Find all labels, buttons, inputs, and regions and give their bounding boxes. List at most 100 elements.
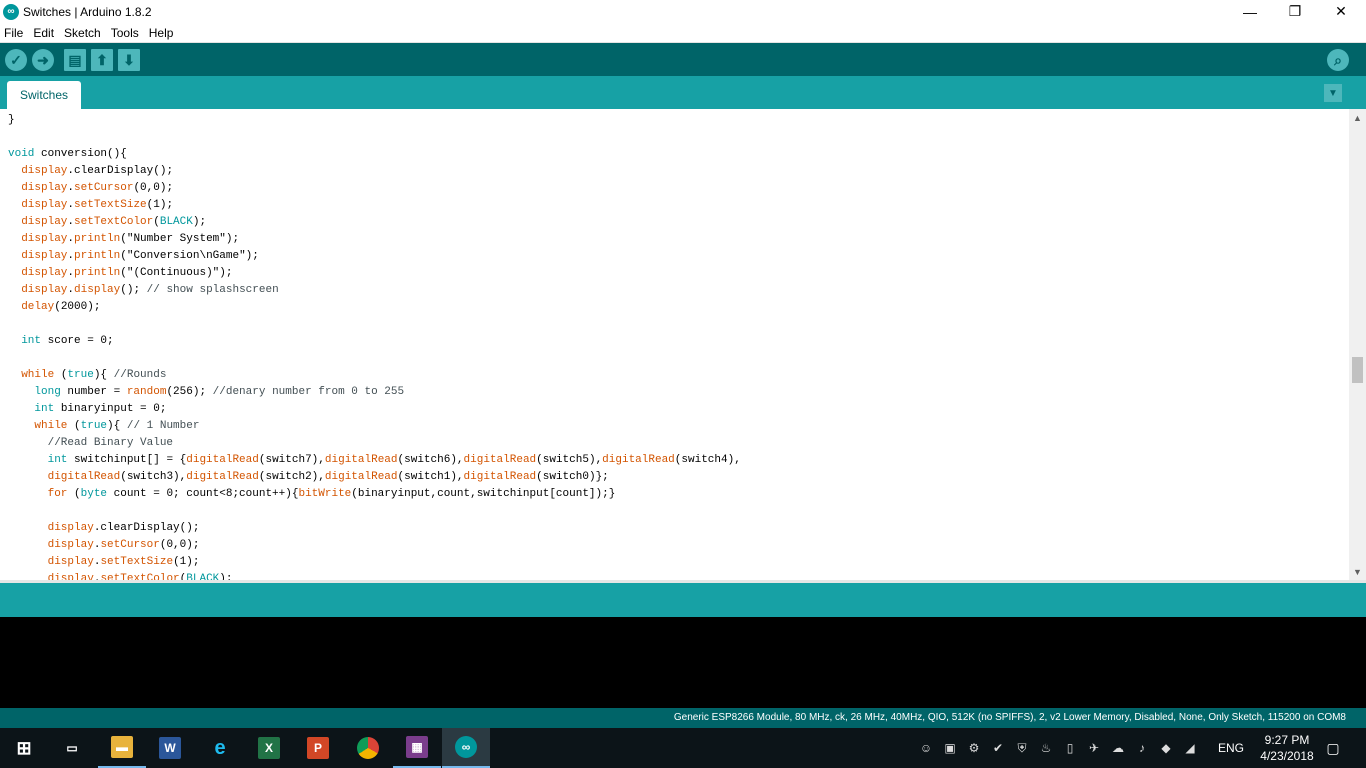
code-line[interactable]: void conversion(){	[8, 146, 1338, 163]
open-button[interactable]: ⬆	[91, 49, 113, 71]
editor-scrollbar[interactable]: ▲ ▼	[1349, 109, 1366, 580]
serial-monitor-button[interactable]: ⌕	[1327, 49, 1349, 71]
tab-switches[interactable]: Switches	[7, 81, 81, 109]
taskbar-internet-explorer[interactable]: e	[196, 728, 244, 768]
menu-file[interactable]: File	[0, 26, 27, 40]
code-line[interactable]: display.clearDisplay();	[8, 520, 1338, 537]
volume-icon[interactable]: ♪	[1134, 740, 1150, 756]
scroll-up-icon[interactable]: ▲	[1349, 109, 1366, 126]
menu-bar: File Edit Sketch Tools Help	[0, 23, 1366, 43]
system-tray: ☺ ▣ ⚙ ✔ ⛨ ♨ ▯ ✈ ☁ ♪ ◆ ◢	[914, 728, 1202, 768]
code-line[interactable]: while (true){ // 1 Number	[8, 418, 1338, 435]
menu-sketch[interactable]: Sketch	[60, 26, 105, 40]
code-line[interactable]: display.clearDisplay();	[8, 163, 1338, 180]
tab-menu-button[interactable]: ▼	[1324, 84, 1342, 102]
java-tray-icon[interactable]: ♨	[1038, 740, 1054, 756]
start-icon: ⊞	[16, 737, 32, 758]
verify-icon: ✓	[10, 51, 22, 68]
restore-icon: ❐	[1288, 3, 1302, 19]
code-line[interactable]: for (byte count = 0; count<8;count++){bi…	[8, 486, 1338, 503]
menu-help[interactable]: Help	[145, 26, 178, 40]
wifi-signal-icon[interactable]: ◢	[1182, 740, 1198, 756]
network-tray-icon[interactable]: ⚙	[966, 740, 982, 756]
excel-icon: X	[258, 737, 280, 759]
new-icon: ▤	[68, 51, 82, 68]
taskbar-word[interactable]: W	[146, 728, 194, 768]
action-center-button[interactable]: ▢	[1322, 738, 1344, 758]
arduino-icon: ∞	[455, 736, 477, 758]
minimize-button[interactable]: —	[1227, 0, 1273, 23]
task-view-icon: ▭	[66, 741, 78, 755]
code-line[interactable]: long number = random(256); //denary numb…	[8, 384, 1338, 401]
board-status-bar: Generic ESP8266 Module, 80 MHz, ck, 26 M…	[0, 708, 1366, 728]
code-line[interactable]: int switchinput[] = {digitalRead(switch7…	[8, 452, 1338, 469]
task-view-button[interactable]: ▭	[48, 728, 96, 768]
code-line[interactable]	[8, 350, 1338, 367]
taskbar-winrar[interactable]: ▦	[393, 728, 441, 768]
taskbar-clock[interactable]: 9:27 PM 4/23/2018	[1256, 732, 1318, 764]
minimize-icon: —	[1243, 3, 1257, 20]
code-line[interactable]: int score = 0;	[8, 333, 1338, 350]
verify-button[interactable]: ✓	[5, 49, 27, 71]
people-icon[interactable]: ☺	[918, 740, 934, 756]
notification-icon: ▢	[1326, 739, 1340, 756]
code-line[interactable]: display.setTextColor(BLACK);	[8, 571, 1338, 580]
restore-button[interactable]: ❐	[1272, 0, 1318, 23]
language-indicator[interactable]: ENG	[1218, 741, 1244, 755]
powerpoint-icon: P	[307, 737, 329, 759]
code-editor[interactable]: } void conversion(){ display.clearDisplay…	[0, 109, 1366, 580]
code-line[interactable]: }	[8, 112, 1338, 129]
code-line[interactable]: int binaryinput = 0;	[8, 401, 1338, 418]
code-line[interactable]: display.println("Conversion\nGame");	[8, 248, 1338, 265]
word-icon: W	[159, 737, 181, 759]
dropbox-icon[interactable]: ◆	[1158, 740, 1174, 756]
scroll-down-icon[interactable]: ▼	[1349, 563, 1366, 580]
scrollbar-thumb[interactable]	[1352, 357, 1363, 383]
code-line[interactable]: //Read Binary Value	[8, 435, 1338, 452]
usb-tray-icon[interactable]: ▯	[1062, 740, 1078, 756]
code-line[interactable]: display.println("(Continuous)");	[8, 265, 1338, 282]
arduino-infinity-icon: ∞	[3, 3, 19, 20]
new-button[interactable]: ▤	[64, 49, 86, 71]
save-button[interactable]: ⬇	[118, 49, 140, 71]
upload-button[interactable]: ➜	[32, 49, 54, 71]
app-tray-icon[interactable]: ▣	[942, 740, 958, 756]
save-icon: ⬇	[123, 51, 135, 68]
code-line[interactable]	[8, 316, 1338, 333]
security-tray-icon[interactable]: ✔	[990, 740, 1006, 756]
upload-icon: ➜	[37, 51, 49, 68]
internet-explorer-icon: e	[214, 736, 226, 759]
menu-edit[interactable]: Edit	[29, 26, 58, 40]
title-bar: ∞ Switches | Arduino 1.8.2 — ❐ ✕	[0, 0, 1366, 23]
board-info: Generic ESP8266 Module, 80 MHz, ck, 26 M…	[673, 712, 1346, 723]
code-line[interactable]	[8, 503, 1338, 520]
magnifier-icon: ⌕	[1334, 51, 1342, 68]
close-icon: ✕	[1335, 3, 1347, 19]
code-line[interactable]: delay(2000);	[8, 299, 1338, 316]
toolbar: ✓ ➜ ▤ ⬆ ⬇ ⌕	[0, 43, 1366, 76]
console-output[interactable]	[0, 617, 1366, 708]
wifi-tray-icon[interactable]: ✈	[1086, 740, 1102, 756]
code-line[interactable]: digitalRead(switch3),digitalRead(switch2…	[8, 469, 1338, 486]
onedrive-icon[interactable]: ☁	[1110, 740, 1126, 756]
code-line[interactable]: display.setTextSize(1);	[8, 197, 1338, 214]
menu-tools[interactable]: Tools	[107, 26, 143, 40]
taskbar-file-explorer[interactable]: ▬	[98, 728, 146, 768]
code-area[interactable]: } void conversion(){ display.clearDisplay…	[8, 112, 1338, 580]
start-button[interactable]: ⊞	[0, 728, 48, 768]
code-line[interactable]: display.setCursor(0,0);	[8, 537, 1338, 554]
code-line[interactable]: while (true){ //Rounds	[8, 367, 1338, 384]
code-line[interactable]	[8, 129, 1338, 146]
code-line[interactable]: display.setTextColor(BLACK);	[8, 214, 1338, 231]
code-line[interactable]: display.display(); // show splashscreen	[8, 282, 1338, 299]
taskbar-chrome[interactable]	[344, 728, 392, 768]
clock-time: 9:27 PM	[1264, 733, 1310, 747]
shield-tray-icon[interactable]: ⛨	[1014, 740, 1030, 756]
taskbar-arduino[interactable]: ∞	[442, 728, 490, 768]
taskbar-excel[interactable]: X	[245, 728, 293, 768]
close-button[interactable]: ✕	[1318, 0, 1364, 23]
taskbar-powerpoint[interactable]: P	[294, 728, 342, 768]
code-line[interactable]: display.setTextSize(1);	[8, 554, 1338, 571]
code-line[interactable]: display.println("Number System");	[8, 231, 1338, 248]
code-line[interactable]: display.setCursor(0,0);	[8, 180, 1338, 197]
